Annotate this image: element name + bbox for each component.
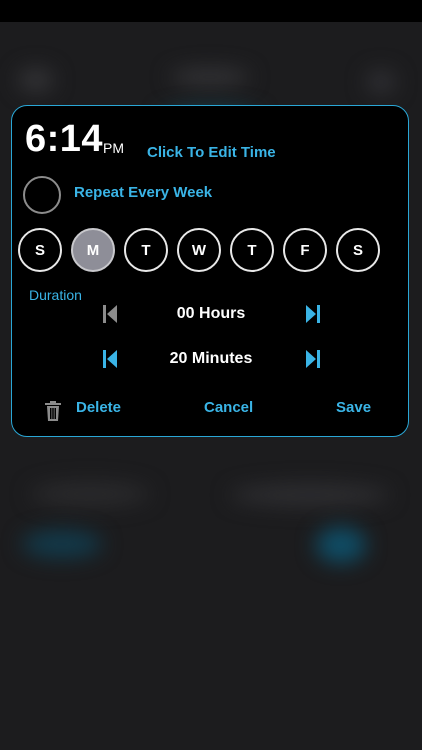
background-blur-shape — [230, 484, 390, 506]
day-button-tuesday[interactable]: T — [124, 228, 168, 272]
hours-decrement-button[interactable] — [101, 303, 119, 325]
trash-icon[interactable] — [44, 401, 62, 421]
hours-increment-button[interactable] — [304, 303, 322, 325]
day-button-monday[interactable]: M — [71, 228, 115, 272]
background-blur-shape — [366, 70, 396, 94]
delete-button[interactable]: Delete — [76, 399, 121, 416]
alarm-edit-dialog: 6:14 PM Click To Edit Time Repeat Every … — [11, 105, 409, 437]
minutes-decrement-button[interactable] — [101, 348, 119, 370]
status-bar — [0, 0, 422, 22]
background-blur-shape — [22, 530, 102, 558]
day-button-friday[interactable]: F — [283, 228, 327, 272]
skip-forward-icon — [306, 350, 320, 368]
cancel-button[interactable]: Cancel — [204, 399, 253, 416]
minutes-increment-button[interactable] — [304, 348, 322, 370]
day-button-saturday[interactable]: S — [336, 228, 380, 272]
repeat-checkbox[interactable] — [23, 176, 61, 214]
skip-back-icon — [103, 305, 117, 323]
day-button-thursday[interactable]: T — [230, 228, 274, 272]
hours-value: 00 Hours — [176, 305, 246, 322]
alarm-time[interactable]: 6:14 — [25, 118, 103, 161]
alarm-ampm: PM — [103, 140, 124, 156]
background-blur-shape — [316, 527, 366, 563]
save-button[interactable]: Save — [336, 399, 371, 416]
duration-label: Duration — [29, 287, 82, 303]
day-button-wednesday[interactable]: W — [177, 228, 221, 272]
skip-back-icon — [103, 350, 117, 368]
minutes-value: 20 Minutes — [169, 350, 253, 367]
repeat-label[interactable]: Repeat Every Week — [74, 184, 212, 201]
background-blur-shape — [170, 68, 250, 86]
day-button-sunday[interactable]: S — [18, 228, 62, 272]
edit-time-button[interactable]: Click To Edit Time — [147, 144, 276, 161]
background-blur-shape — [30, 482, 150, 506]
skip-forward-icon — [306, 305, 320, 323]
background-blur-shape — [18, 68, 54, 92]
